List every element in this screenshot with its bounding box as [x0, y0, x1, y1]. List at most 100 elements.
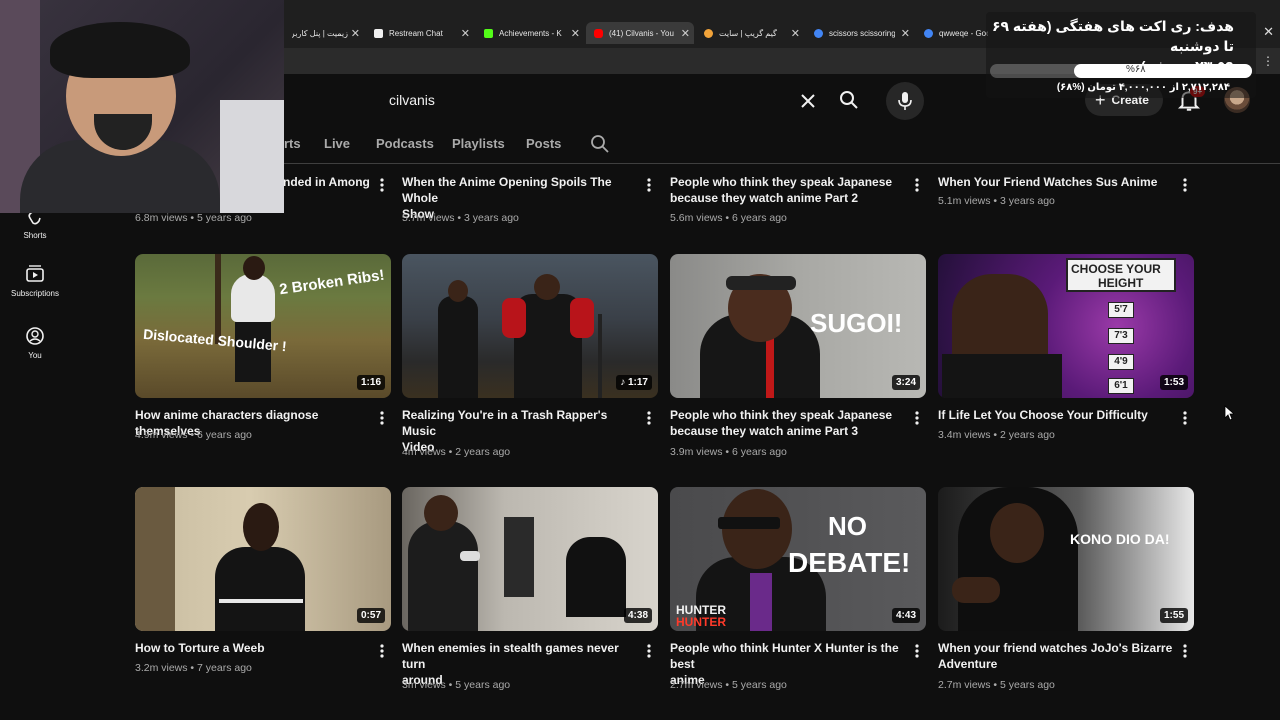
browser-tab[interactable]: Achievements - K ✕	[476, 22, 584, 44]
webcam-overlay	[0, 0, 284, 213]
video-meta: 2.7m views • 5 years ago	[938, 679, 1055, 691]
goal-title-line: هدف: ری اکت های هفتگی (هفته ۶۹ تا دوشنبه	[991, 18, 1234, 54]
more-actions-icon[interactable]	[377, 643, 387, 659]
sidebar: Shorts Subscriptions You	[0, 164, 70, 720]
more-actions-icon[interactable]	[912, 643, 922, 659]
browser-menu-icon[interactable]: ⋮	[1262, 54, 1274, 68]
browser-tab[interactable]: گیم گریپ | سایت ✕	[696, 22, 804, 44]
browser-tab-label: گیم گریپ | سایت	[719, 28, 777, 38]
browser-tab-label: scissors scissoring	[829, 28, 895, 38]
goal-percent: %۶۸	[1126, 64, 1146, 75]
video-duration: ♪ 1:17	[616, 375, 652, 390]
video-title[interactable]: People who think they speak Japanese beca…	[670, 174, 906, 206]
video-meta: 5.1m views • 3 years ago	[938, 195, 1055, 207]
tab-live[interactable]: Live	[324, 136, 350, 151]
video-duration: 4:43	[891, 608, 920, 623]
video-thumbnail[interactable]: KONO DIO DA! 1:55	[938, 487, 1194, 631]
video-meta: 5.6m views • 6 years ago	[670, 212, 787, 224]
search-button[interactable]	[826, 84, 872, 116]
video-title[interactable]: When Your Friend Watches Sus Anime	[938, 174, 1174, 190]
video-thumbnail[interactable]: 2 Broken Ribs! Dislocated Shoulder ! 1:1…	[135, 254, 391, 398]
video-title-line: Adventure	[938, 657, 998, 671]
browser-tab-label: زیمیت | پنل کاربری	[292, 28, 348, 38]
more-actions-icon[interactable]	[644, 410, 654, 426]
more-actions-icon[interactable]	[1180, 177, 1190, 193]
video-title-line: People who think they speak Japanese	[670, 408, 893, 422]
tab-shorts[interactable]: rts	[284, 136, 301, 151]
video-duration: 1:16	[356, 375, 385, 390]
subscriptions-icon	[26, 265, 44, 282]
google-icon	[814, 28, 823, 38]
video-thumbnail[interactable]: NO DEBATE! HUNTER HUNTER 4:43	[670, 487, 926, 631]
video-meta: 6.8m views • 5 years ago	[135, 212, 252, 224]
more-actions-icon[interactable]	[912, 177, 922, 193]
channel-search-icon[interactable]	[590, 134, 610, 154]
video-title[interactable]: nded in Among	[283, 174, 383, 190]
more-actions-icon[interactable]	[644, 643, 654, 659]
search-icon	[840, 91, 858, 109]
tab-posts[interactable]: Posts	[526, 136, 561, 151]
youtube-icon	[594, 28, 603, 38]
video-thumbnail[interactable]: ♪ 1:17	[402, 254, 658, 398]
video-thumbnail[interactable]: CHOOSE YOUR HEIGHT 5'7 7'3 4'9 6'1 1:53	[938, 254, 1194, 398]
video-title[interactable]: When your friend watches JoJo's Bizarre A…	[938, 640, 1174, 672]
browser-tab[interactable]: scissors scissoring ✕	[806, 22, 914, 44]
voice-search-button[interactable]	[886, 82, 924, 120]
more-actions-icon[interactable]	[644, 177, 654, 193]
height-option: 4'9	[1108, 354, 1134, 370]
clear-search-button[interactable]	[795, 88, 821, 114]
window-close-icon[interactable]: ✕	[1263, 24, 1274, 40]
close-icon[interactable]: ✕	[571, 27, 580, 40]
more-actions-icon[interactable]	[1180, 410, 1190, 426]
video-title[interactable]: If Life Let You Choose Your Difficulty	[938, 407, 1174, 423]
video-thumbnail[interactable]: SUGOI! 3:24	[670, 254, 926, 398]
sidebar-item-subscriptions[interactable]: Subscriptions	[0, 264, 70, 298]
video-title-line: People who think Hunter X Hunter is the …	[670, 641, 899, 671]
browser-tab-label: Achievements - K	[499, 28, 562, 38]
close-icon[interactable]: ✕	[351, 27, 360, 40]
close-icon[interactable]: ✕	[681, 27, 690, 40]
video-meta: 3.4m views • 2 years ago	[938, 429, 1055, 441]
search-input[interactable]	[377, 92, 777, 108]
more-actions-icon[interactable]	[1180, 643, 1190, 659]
more-actions-icon[interactable]	[912, 410, 922, 426]
browser-tab[interactable]: زیمیت | پنل کاربری ✕	[284, 22, 364, 44]
close-icon	[801, 94, 815, 108]
close-icon[interactable]: ✕	[461, 27, 470, 40]
more-actions-icon[interactable]	[377, 177, 387, 193]
video-thumbnail[interactable]: 0:57	[135, 487, 391, 631]
thumbnail-caption: DEBATE!	[788, 547, 911, 578]
search-box[interactable]	[377, 84, 827, 116]
close-icon[interactable]: ✕	[901, 27, 910, 40]
video-title[interactable]: How to Torture a Weeb	[135, 640, 371, 656]
gamegrip-icon	[704, 28, 713, 38]
tab-podcasts[interactable]: Podcasts	[376, 136, 434, 151]
video-title[interactable]: People who think they speak Japanese beca…	[670, 407, 906, 439]
browser-tab-active[interactable]: (41) Cilvanis - You ✕	[586, 22, 694, 44]
tab-playlists[interactable]: Playlists	[452, 136, 505, 151]
close-icon[interactable]: ✕	[791, 27, 800, 40]
browser-tab[interactable]: Restream Chat ✕	[366, 22, 474, 44]
video-meta: 3m views • 5 years ago	[402, 679, 511, 691]
video-title-line: When the Anime Opening Spoils The Whole	[402, 175, 612, 205]
sidebar-item-label: Shorts	[23, 231, 47, 240]
video-duration: 1:53	[1159, 375, 1188, 390]
sidebar-item-you[interactable]: You	[0, 326, 70, 360]
more-actions-icon[interactable]	[377, 410, 387, 426]
restream-icon	[374, 28, 383, 38]
thumbnail-caption: HUNTER	[676, 615, 726, 629]
video-title-line: because they watch anime Part 2	[670, 191, 859, 205]
mouse-cursor-icon	[1224, 405, 1234, 421]
sidebar-item-label: You	[28, 351, 42, 360]
browser-tab-label: qwweqe - Goog	[939, 28, 988, 38]
donation-goal-panel: هدف: ری اکت های هفتگی (هفته ۶۹ تا دوشنبه…	[986, 12, 1256, 98]
video-title-line: When enemies in stealth games never turn	[402, 641, 619, 671]
video-duration: 4:38	[623, 608, 652, 623]
thumbnail-caption: SUGOI!	[810, 308, 903, 338]
thumbnail-caption: CHOOSE YOUR	[1071, 262, 1161, 276]
google-icon	[924, 28, 933, 38]
kick-icon	[484, 28, 493, 38]
video-thumbnail[interactable]: 4:38	[402, 487, 658, 631]
height-option: 7'3	[1108, 328, 1134, 344]
video-meta: 4.9m views • 6 years ago	[135, 429, 252, 441]
